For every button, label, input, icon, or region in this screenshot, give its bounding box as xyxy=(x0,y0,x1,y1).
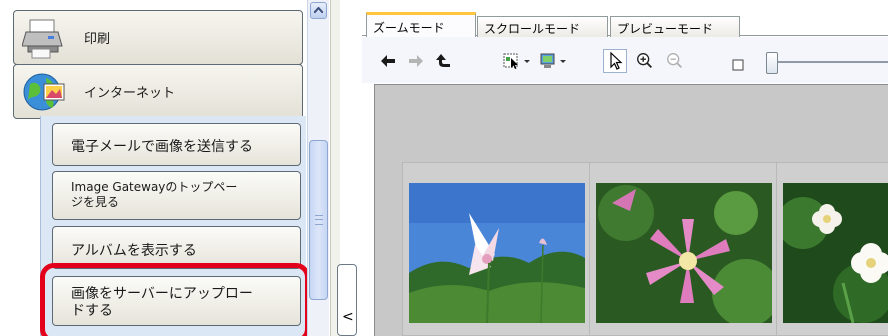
tab-preview-mode[interactable]: プレビューモード xyxy=(610,16,740,37)
clematis-photo xyxy=(596,183,772,323)
collapse-pane-glyph: < xyxy=(342,309,354,325)
tab-zoom-mode-label: ズームモード xyxy=(373,21,445,35)
category-internet-label: インターネット xyxy=(84,86,176,101)
up-level-icon[interactable] xyxy=(434,51,454,71)
thumbnail-item[interactable] xyxy=(402,162,590,336)
task-gateway-top-page-button[interactable]: Image Gatewayのトップペー ジを見る xyxy=(52,171,301,220)
task-gateway-label-line2: ジを見る xyxy=(71,195,120,209)
view-mode-tabs: ズームモード スクロールモード プレビューモード xyxy=(362,12,888,37)
chevron-up-icon xyxy=(314,7,323,13)
category-print-button[interactable]: 印刷 xyxy=(13,10,303,65)
printer-icon xyxy=(22,19,63,59)
tab-scroll-mode-label: スクロールモード xyxy=(484,22,581,36)
collapse-pane-button[interactable]: < xyxy=(337,264,357,336)
task-send-email-button[interactable]: 電子メールで画像を送信する xyxy=(52,123,301,166)
back-arrow-icon[interactable] xyxy=(378,51,398,71)
thumbnail-size-slider-thumb[interactable] xyxy=(766,52,778,74)
scrollbar-grip-icon xyxy=(315,215,323,225)
highlight-annotation xyxy=(40,263,310,336)
display-mode-icon[interactable] xyxy=(538,51,568,71)
scroll-up-button[interactable] xyxy=(310,2,327,19)
thumbnail-item[interactable] xyxy=(776,162,888,336)
zoom-in-icon[interactable] xyxy=(634,51,656,71)
zoom-out-icon[interactable] xyxy=(664,51,686,71)
category-print-label: 印刷 xyxy=(84,32,111,47)
internet-globe-icon xyxy=(23,73,65,111)
select-mode-icon[interactable] xyxy=(502,51,532,71)
task-pane-scrollbar[interactable] xyxy=(307,0,329,336)
thumbnail-size-slider-track[interactable] xyxy=(776,61,888,63)
forward-arrow-icon[interactable] xyxy=(406,51,426,71)
task-view-album-label: アルバムを表示する xyxy=(71,243,197,259)
category-internet-button[interactable]: インターネット xyxy=(13,64,303,119)
pointer-icon xyxy=(610,51,623,70)
scrollbar-thumb[interactable] xyxy=(309,140,328,300)
white-flower-photo xyxy=(783,183,888,323)
tab-zoom-mode[interactable]: ズームモード xyxy=(366,12,476,37)
small-thumbnail-icon[interactable] xyxy=(732,55,744,75)
viewer-toolbar xyxy=(362,37,888,83)
task-send-email-label: 電子メールで画像を送信する xyxy=(71,139,253,155)
flower-photo-sky xyxy=(409,183,585,323)
thumbnail-item[interactable] xyxy=(589,162,777,336)
tab-preview-mode-label: プレビューモード xyxy=(617,22,714,36)
task-gateway-label-line1: Image Gatewayのトップペー xyxy=(71,180,238,194)
tab-scroll-mode[interactable]: スクロールモード xyxy=(477,16,608,37)
pointer-tool-button[interactable] xyxy=(603,49,627,73)
task-pane: 印刷 インターネット 電子メールで画像を送信する Image Gatewayのト… xyxy=(0,0,330,336)
